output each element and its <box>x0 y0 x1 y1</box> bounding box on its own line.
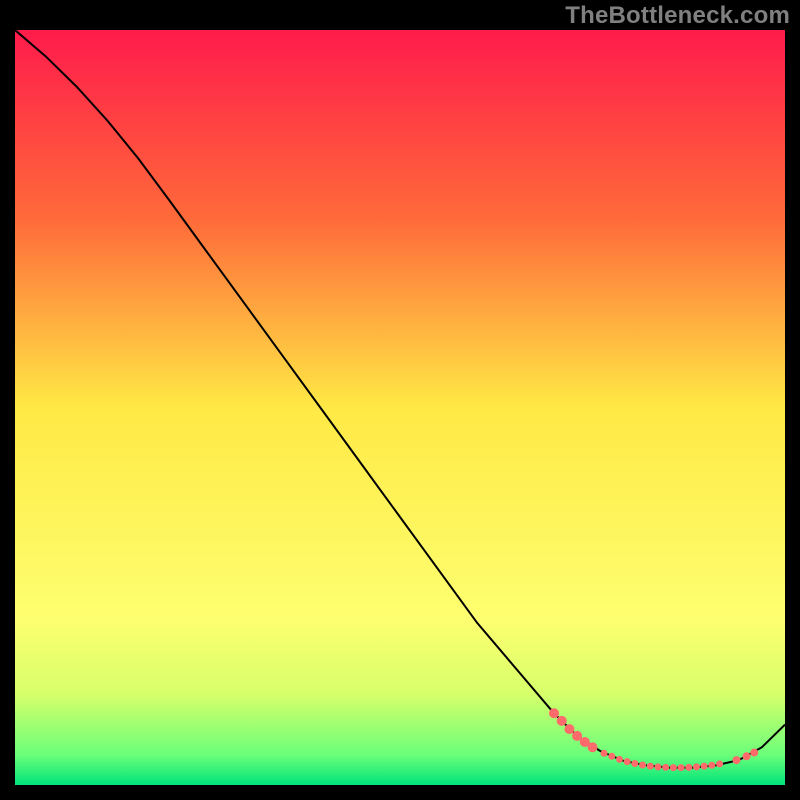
marker-point <box>608 753 615 760</box>
marker-point <box>564 724 574 734</box>
marker-point <box>557 716 567 726</box>
marker-point <box>616 756 623 763</box>
gradient-background <box>15 30 785 785</box>
marker-point <box>693 763 700 770</box>
marker-point <box>549 708 559 718</box>
marker-point <box>750 749 758 757</box>
marker-point <box>588 742 598 752</box>
marker-point <box>732 756 740 764</box>
watermark-text: TheBottleneck.com <box>565 2 790 30</box>
marker-point <box>743 752 751 760</box>
chart-frame: TheBottleneck.com <box>0 0 800 800</box>
marker-point <box>662 764 669 771</box>
marker-point <box>654 763 661 770</box>
marker-point <box>716 760 723 767</box>
plot-area <box>15 30 785 785</box>
marker-point <box>624 758 631 765</box>
marker-point <box>701 763 708 770</box>
marker-point <box>631 760 638 767</box>
marker-point <box>678 764 685 771</box>
marker-point <box>685 764 692 771</box>
marker-point <box>670 764 677 771</box>
marker-point <box>647 763 654 770</box>
marker-point <box>601 750 608 757</box>
marker-point <box>639 761 646 768</box>
marker-point <box>708 762 715 769</box>
plot-svg <box>15 30 785 785</box>
